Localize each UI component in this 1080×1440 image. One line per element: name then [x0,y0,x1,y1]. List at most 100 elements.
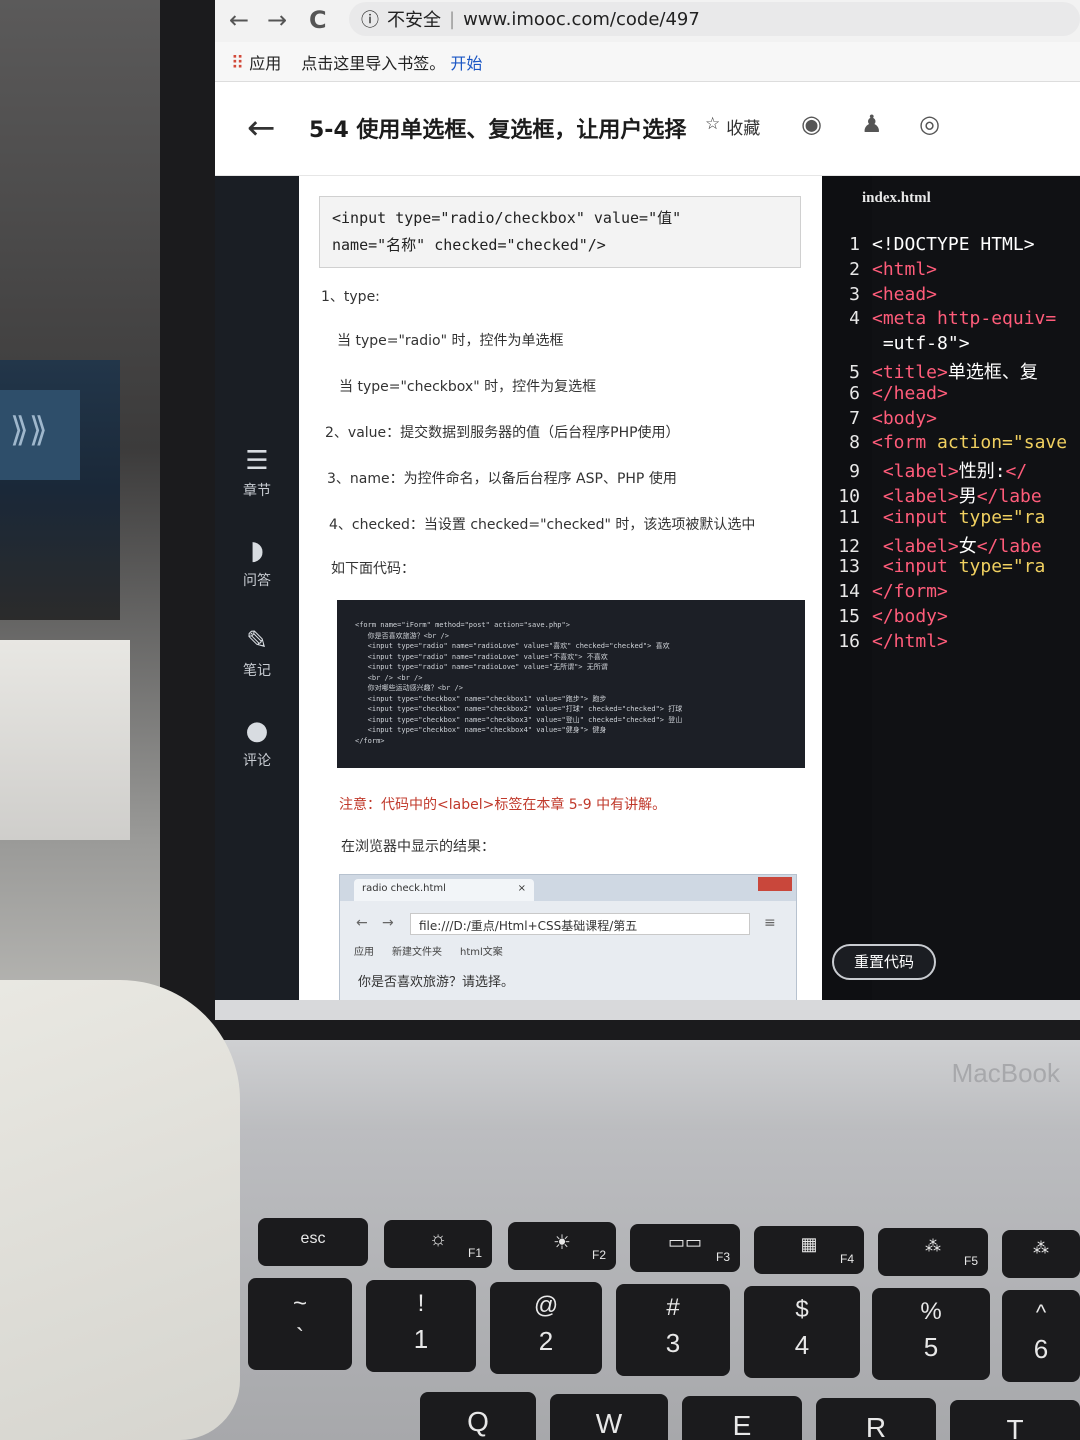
key-4[interactable]: $ 4 [744,1286,860,1378]
code-line: <input type="checkbox" name="checkbox1" … [355,694,607,703]
code-line[interactable]: 8 <form action="save [822,432,1067,453]
info-icon[interactable]: ⓘ [361,6,379,32]
key-f3[interactable]: ▭▭ F3 [630,1224,740,1272]
preview-bookmark: 应用 [354,947,374,958]
key-1[interactable]: ! 1 [366,1280,476,1372]
bookmark-import-hint[interactable]: 点击这里导入书签。 开始 [301,50,482,74]
bookmark-start-link[interactable]: 开始 [450,54,482,73]
code-line[interactable]: =utf-8"> [822,333,970,354]
code-token: </html> [872,630,948,652]
laptop-brand: MacBook [951,1058,1060,1088]
code-token: <head> [872,283,938,305]
star-icon: ☆ [705,114,721,134]
syntax-line: <input type="radio/checkbox" value="值" [332,209,682,227]
forward-icon[interactable]: → [267,6,287,34]
preview-tabbar: radio check.html × [340,875,796,901]
key-w[interactable]: W [550,1394,668,1440]
editor-file-tab[interactable]: index.html [862,190,931,207]
bookmarks-bar: ⠿ 应用 点击这里导入书签。 开始 [215,42,1080,82]
url-text: www.imooc.com/code/497 [463,8,700,30]
code-line[interactable]: 7 <body> [822,408,937,429]
key-backtick[interactable]: ~ ` [248,1278,352,1370]
code-line[interactable]: 12 <label>女</labe [822,532,1041,558]
code-token: type="ra [958,506,1046,528]
code-line[interactable]: 5 <title>单选框、复 [822,358,1038,384]
code-token: <label> [872,535,959,557]
code-line[interactable]: 2 <html> [822,259,937,280]
key-f4[interactable]: ▦ F4 [754,1226,864,1274]
key-t[interactable]: T [950,1400,1080,1440]
keyboard-backlight-down-icon: ⁂ [925,1238,941,1255]
code-token: =utf-8"> [872,333,970,355]
line-number: 10 [838,486,860,507]
line-number: 13 [838,556,860,578]
code-line[interactable]: 10 <label>男</labe [822,482,1041,508]
line-number: 11 [838,506,860,528]
code-line: <form name="iForm" method="post" action=… [355,621,570,629]
code-line[interactable]: 6 </head> [822,383,948,404]
code-line[interactable]: 11 <input type="ra [822,507,1045,528]
code-line[interactable]: 3 <head> [822,284,937,305]
paper-stack [0,640,130,840]
code-token: </ [1005,461,1028,483]
browser-result-image: radio check.html × ← → file:///D:/重点/Htm… [339,874,797,1020]
weibo-icon[interactable]: ◎ [919,110,940,138]
address-bar[interactable]: ⓘ 不安全 | www.imooc.com/code/497 [349,2,1080,36]
code-editor[interactable]: index.html 1 <!DOCTYPE HTML> 2 <html> 3 <head… [822,176,1080,1020]
code-line[interactable]: 15 </body> [822,606,948,627]
bookmark-apps[interactable]: ⠿ 应用 [231,50,281,74]
code-token: <meta http-equiv= [872,308,1057,330]
line-number: 12 [838,535,860,557]
syntax-line: name="名称" checked="checked"/> [332,236,606,254]
key-esc[interactable]: esc [258,1218,368,1266]
key-f5[interactable]: ⁂ F5 [878,1228,988,1276]
key-r[interactable]: R [816,1398,936,1440]
code-line[interactable]: 1 <!DOCTYPE HTML> [822,234,1034,255]
favorite-button[interactable]: ☆ 收藏 [705,114,760,139]
preview-tab-close-icon: × [517,883,526,894]
paragraph: 当 type="radio" 时，控件为单选框 [337,333,564,349]
paragraph: 1、type: [321,289,380,305]
code-line[interactable]: 16 </html> [822,631,948,652]
reload-icon[interactable]: C [309,6,327,34]
line-number: 2 [849,258,860,280]
back-icon[interactable]: ← [229,6,249,34]
code-line[interactable]: 13 <input type="ra [822,556,1045,577]
key-f6[interactable]: ⁂ [1002,1230,1080,1278]
wechat-icon[interactable]: ◉ [801,110,822,138]
code-line[interactable]: 9 <label>性别:</ [822,457,1027,483]
key-3[interactable]: # 3 [616,1284,730,1376]
key-5[interactable]: % 5 [872,1288,990,1380]
code-line: 你对哪些运动感兴趣？<br /> [355,684,463,692]
rail-item-qa[interactable]: ◗ 问答 [215,536,299,590]
preview-bookmark: html文案 [460,947,503,958]
code-token: <label> [872,461,959,483]
reset-code-button[interactable]: 重置代码 [832,944,936,980]
paragraph: 在浏览器中显示的结果： [341,839,495,855]
address-separator: | [449,8,456,30]
key-f2[interactable]: ☀ F2 [508,1222,616,1270]
code-token: <title> [872,362,948,383]
comment-icon: ● [245,716,269,746]
qq-icon[interactable]: ♟ [861,110,883,138]
code-line: 你是否喜欢旅游？<br /> [355,631,449,640]
key-e[interactable]: E [682,1396,802,1440]
rail-item-notes[interactable]: ✎ 笔记 [215,626,299,680]
lesson-back-icon[interactable]: ← [247,108,276,148]
preview-window-close [758,877,792,891]
code-line[interactable]: 4 <meta http-equiv= [822,308,1056,329]
code-token: <input [872,506,959,528]
key-2[interactable]: @ 2 [490,1282,602,1374]
code-line[interactable]: 14 </form> [822,581,948,602]
key-q[interactable]: Q [420,1392,536,1440]
key-f1[interactable]: ☼ F1 [384,1220,492,1268]
paragraph: 当 type="checkbox" 时，控件为复选框 [339,379,597,395]
pencil-icon: ✎ [246,626,268,656]
preview-body-text: 你是否喜欢旅游？请选择。 [358,975,515,990]
line-number: 5 [849,362,860,383]
rail-item-chapters[interactable]: ☰ 章节 [215,446,299,500]
code-line: <input type="checkbox" name="checkbox2" … [355,705,683,713]
rail-item-comments[interactable]: ● 评论 [215,716,299,770]
note-text: 注意：代码中的<label>标签在本章 5-9 中有讲解。 [339,797,667,813]
key-6[interactable]: ^ 6 [1002,1290,1080,1382]
